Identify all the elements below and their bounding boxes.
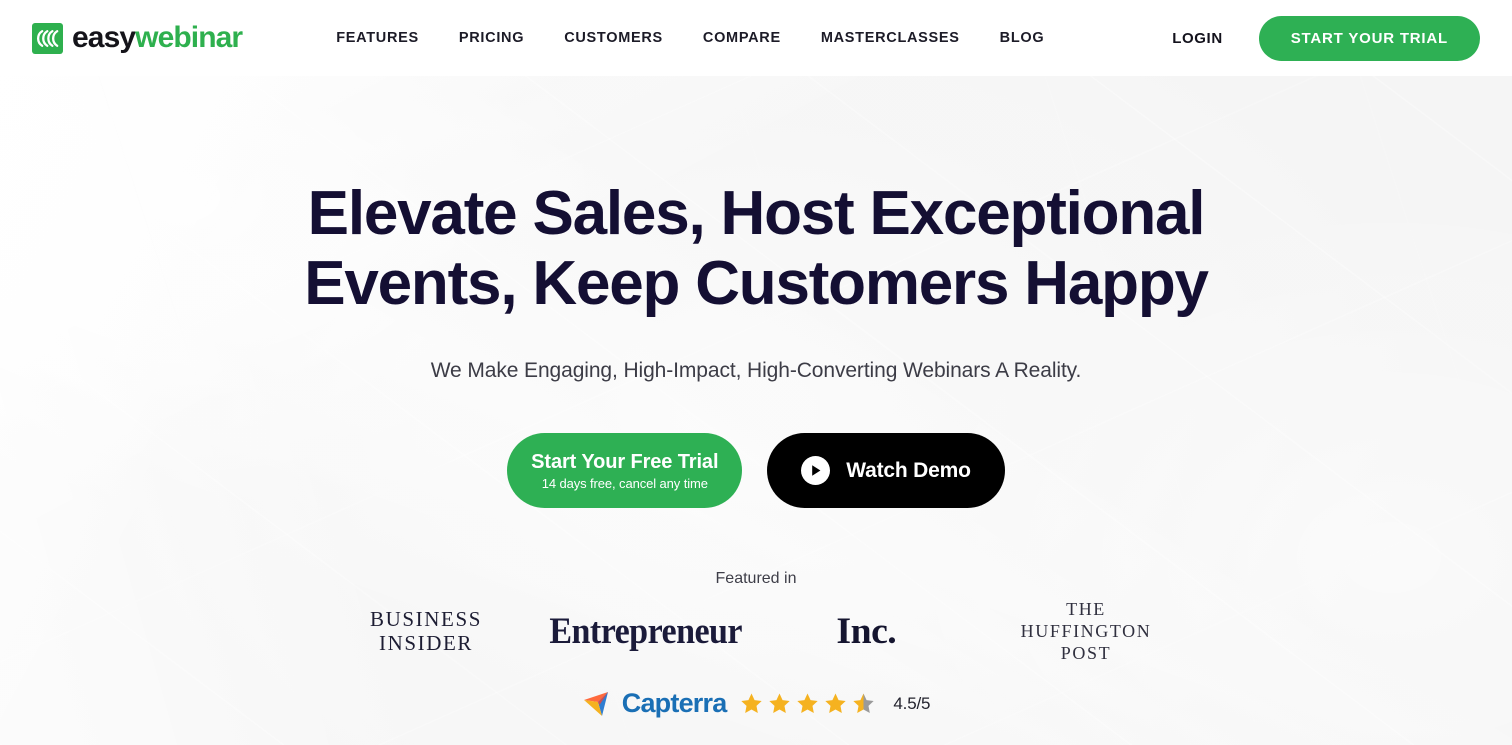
hero-subheadline: We Make Engaging, High-Impact, High-Conv… xyxy=(430,359,1082,383)
press-logo-entrepreneur: Entrepreneur xyxy=(536,600,756,662)
start-free-trial-label: Start Your Free Trial xyxy=(531,450,719,473)
capterra-wordmark: Capterra xyxy=(621,688,727,719)
site-header: easywebinar FEATURES PRICING CUSTOMERS C… xyxy=(0,0,1512,76)
star-icon-5-half xyxy=(852,692,875,715)
brand-wordmark: easywebinar xyxy=(72,21,243,54)
huffington-post-line-3: POST xyxy=(1060,643,1112,664)
nav-item-customers[interactable]: CUSTOMERS xyxy=(544,30,683,46)
brand-word-webinar: webinar xyxy=(135,21,243,54)
press-logo-inc: Inc. xyxy=(756,600,976,662)
capterra-rating: Capterra 4.5/5 xyxy=(582,688,930,719)
start-your-trial-button[interactable]: START YOUR TRIAL xyxy=(1258,15,1480,61)
press-logo-huffington-post: THE HUFFINGTON POST xyxy=(976,598,1196,664)
hero-section: Elevate Sales, Host Exceptional Events, … xyxy=(0,76,1512,745)
star-icon-3 xyxy=(796,692,819,715)
huffington-post-line-1: THE xyxy=(1066,598,1106,619)
start-free-trial-sublabel: 14 days free, cancel any time xyxy=(541,475,708,491)
watch-demo-button[interactable]: Watch Demo xyxy=(767,433,1005,509)
huffington-post-line-2: HUFFINGTON xyxy=(1020,620,1152,641)
star-rating xyxy=(740,692,875,715)
nav-item-features[interactable]: FEATURES xyxy=(316,30,439,46)
nav-item-compare[interactable]: COMPARE xyxy=(683,30,801,46)
login-link[interactable]: LOGIN xyxy=(1156,30,1239,47)
capterra-logo: Capterra xyxy=(582,688,727,719)
hero-headline: Elevate Sales, Host Exceptional Events, … xyxy=(256,179,1256,319)
press-logo-business-insider: BUSINESS INSIDER xyxy=(316,600,536,662)
entrepreneur-text: Entrepreneur xyxy=(549,610,743,652)
nav-item-pricing[interactable]: PRICING xyxy=(439,30,544,46)
star-icon-4 xyxy=(824,692,847,715)
capterra-arrow-icon xyxy=(582,689,618,719)
nav-item-masterclasses[interactable]: MASTERCLASSES xyxy=(801,30,980,46)
inc-text: Inc. xyxy=(836,610,896,652)
main-navigation: FEATURES PRICING CUSTOMERS COMPARE MASTE… xyxy=(316,30,1064,46)
business-insider-line-1: BUSINESS xyxy=(370,606,482,631)
hero-cta-row: Start Your Free Trial 14 days free, canc… xyxy=(507,433,1005,509)
brand-logo[interactable]: easywebinar xyxy=(32,21,243,54)
header-actions: LOGIN START YOUR TRIAL xyxy=(1156,15,1480,61)
play-icon xyxy=(801,456,831,486)
business-insider-line-2: INSIDER xyxy=(378,631,474,656)
start-free-trial-button[interactable]: Start Your Free Trial 14 days free, canc… xyxy=(507,433,743,509)
watch-demo-label: Watch Demo xyxy=(846,458,971,482)
featured-in-label: Featured in xyxy=(715,570,797,588)
press-logos-row: BUSINESS INSIDER Entrepreneur Inc. THE H… xyxy=(316,598,1196,664)
brand-word-easy: easy xyxy=(72,21,136,54)
rating-value: 4.5/5 xyxy=(893,693,931,713)
star-icon-1 xyxy=(740,692,763,715)
waves-logo-icon xyxy=(32,22,63,54)
hero-headline-line-1: Elevate Sales, Host Exceptional xyxy=(307,179,1206,248)
star-icon-2 xyxy=(768,692,791,715)
hero-headline-line-2: Events, Keep Customers Happy xyxy=(304,249,1209,319)
nav-item-blog[interactable]: BLOG xyxy=(980,30,1065,46)
